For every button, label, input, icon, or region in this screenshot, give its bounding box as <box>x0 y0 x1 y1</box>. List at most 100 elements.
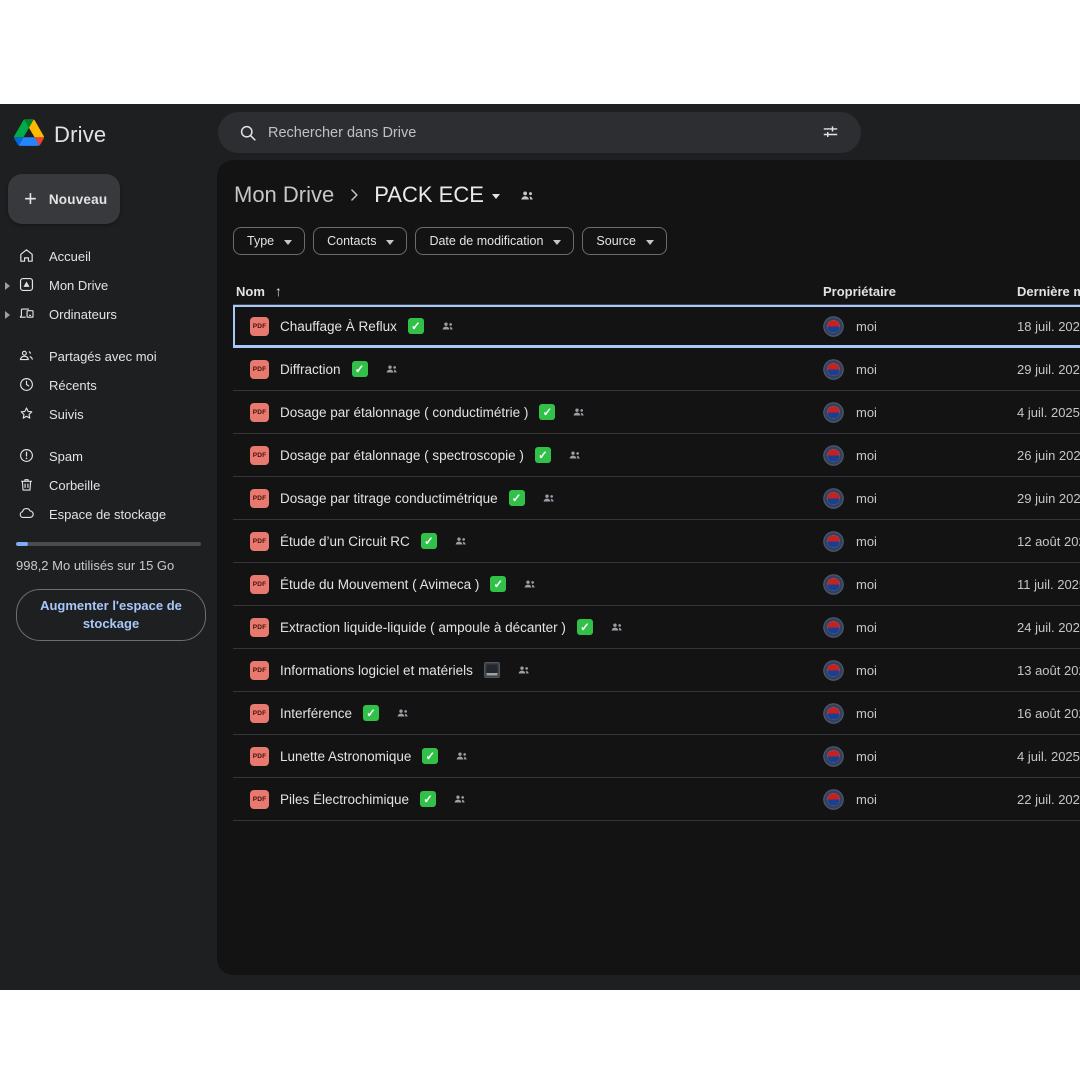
shared-people-icon <box>452 791 468 807</box>
plus-icon: + <box>24 188 37 210</box>
shared-people-icon <box>440 318 456 334</box>
file-owner-cell: moi <box>823 574 1017 595</box>
file-owner-label: moi <box>856 362 877 377</box>
cloud-icon <box>18 505 35 525</box>
file-table: Nom ↑ Propriétaire Dernière modification… <box>233 278 1080 821</box>
table-row[interactable]: PDF Dosage par titrage conductimétrique … <box>233 477 1080 520</box>
chevron-down-icon <box>386 240 394 245</box>
pdf-file-icon: PDF <box>250 704 269 723</box>
new-button[interactable]: + Nouveau <box>8 174 120 224</box>
file-name: Étude du Mouvement ( Avimeca ) <box>280 577 479 592</box>
storage-progress-fill <box>16 542 28 546</box>
file-owner-label: moi <box>856 319 877 334</box>
sidebar-item-espace-de-stockage[interactable]: Espace de stockage <box>0 500 217 529</box>
table-row[interactable]: PDF Étude du Mouvement ( Avimeca ) ✓ moi… <box>233 563 1080 606</box>
table-row[interactable]: PDF Dosage par étalonnage ( spectroscopi… <box>233 434 1080 477</box>
sidebar-item-corbeille[interactable]: Corbeille <box>0 471 217 500</box>
pdf-file-icon: PDF <box>250 747 269 766</box>
sidebar-item-spam[interactable]: Spam <box>0 442 217 471</box>
file-name-cell: PDF Lunette Astronomique ✓ <box>233 747 823 766</box>
people-icon <box>18 347 35 367</box>
drive-icon <box>18 276 35 296</box>
filter-chip-contacts[interactable]: Contacts <box>313 227 407 255</box>
expand-arrow-icon[interactable] <box>5 311 10 319</box>
spam-icon <box>18 447 35 467</box>
file-name: Informations logiciel et matériels <box>280 663 473 678</box>
storage-usage-text: 998,2 Mo utilisés sur 15 Go <box>16 558 217 573</box>
file-name: Dosage par titrage conductimétrique <box>280 491 498 506</box>
table-row[interactable]: PDF Étude d’un Circuit RC ✓ moi 12 août … <box>233 520 1080 563</box>
table-row[interactable]: PDF Extraction liquide-liquide ( ampoule… <box>233 606 1080 649</box>
sidebar-item-recents[interactable]: Récents <box>0 371 217 400</box>
google-drive-window: Drive + Nouveau Accueil Mon Drive <box>0 104 1080 990</box>
owner-avatar <box>823 617 844 638</box>
home-icon <box>18 247 35 267</box>
drive-logo[interactable]: Drive <box>0 118 217 152</box>
file-owner-label: moi <box>856 792 877 807</box>
file-modified: 22 juil. 2025 <box>1017 792 1080 807</box>
table-row[interactable]: PDF Lunette Astronomique ✓ moi 4 juil. 2… <box>233 735 1080 778</box>
file-modified: 4 juil. 2025 <box>1017 405 1080 420</box>
column-header-modified[interactable]: Dernière modification <box>1017 284 1080 299</box>
file-modified: 12 août 2025 <box>1017 534 1080 549</box>
clock-icon <box>18 376 35 396</box>
sidebar: Drive + Nouveau Accueil Mon Drive <box>0 104 217 990</box>
sidebar-item-partages-avec-moi[interactable]: Partagés avec moi <box>0 342 217 371</box>
file-owner-label: moi <box>856 749 877 764</box>
search-input[interactable] <box>268 125 813 141</box>
pdf-file-icon: PDF <box>250 446 269 465</box>
table-row[interactable]: PDF Chauffage À Reflux ✓ moi 18 juil. 20… <box>233 305 1080 348</box>
search-bar[interactable] <box>218 112 861 153</box>
table-row[interactable]: PDF Piles Électrochimique ✓ moi 22 juil.… <box>233 778 1080 821</box>
shared-people-icon <box>541 490 557 506</box>
sidebar-item-suivis[interactable]: Suivis <box>0 400 217 429</box>
file-owner-cell: moi <box>823 703 1017 724</box>
search-options-icon[interactable] <box>813 116 847 150</box>
check-badge-icon: ✓ <box>490 576 506 592</box>
check-badge-icon: ✓ <box>421 533 437 549</box>
sidebar-item-label: Mon Drive <box>49 278 108 293</box>
filter-chip-date-modification[interactable]: Date de modification <box>415 227 574 255</box>
table-row[interactable]: PDF Diffraction ✓ moi 29 juil. 2025 <box>233 348 1080 391</box>
file-name: Dosage par étalonnage ( spectroscopie ) <box>280 448 524 463</box>
table-row[interactable]: PDF Dosage par étalonnage ( conductimétr… <box>233 391 1080 434</box>
file-name-cell: PDF Interférence ✓ <box>233 704 823 723</box>
table-row[interactable]: PDF Informations logiciel et matériels m… <box>233 649 1080 692</box>
filter-chip-type[interactable]: Type <box>233 227 305 255</box>
sidebar-item-label: Suivis <box>49 407 84 422</box>
column-header-owner[interactable]: Propriétaire <box>823 284 1017 299</box>
sidebar-item-mon-drive[interactable]: Mon Drive <box>0 271 217 300</box>
file-name-cell: PDF Dosage par étalonnage ( conductimétr… <box>233 403 823 422</box>
sidebar-item-accueil[interactable]: Accueil <box>0 242 217 271</box>
file-owner-cell: moi <box>823 359 1017 380</box>
column-header-name[interactable]: Nom ↑ <box>233 283 823 299</box>
shared-people-icon <box>384 361 400 377</box>
filter-chip-source[interactable]: Source <box>582 227 667 255</box>
owner-avatar <box>823 703 844 724</box>
pdf-file-icon: PDF <box>250 360 269 379</box>
shared-people-icon <box>522 576 538 592</box>
check-badge-icon: ✓ <box>577 619 593 635</box>
file-owner-label: moi <box>856 448 877 463</box>
upgrade-storage-button[interactable]: Augmenter l'espace de stockage <box>16 589 206 641</box>
storage-progress-bar <box>16 542 201 546</box>
check-badge-icon: ✓ <box>535 447 551 463</box>
file-modified: 13 août 2025 <box>1017 663 1080 678</box>
file-name: Lunette Astronomique <box>280 749 411 764</box>
breadcrumb-current-folder[interactable]: PACK ECE <box>370 182 504 208</box>
shared-people-icon <box>571 404 587 420</box>
chevron-down-icon <box>492 194 500 199</box>
file-owner-cell: moi <box>823 402 1017 423</box>
sidebar-item-ordinateurs[interactable]: Ordinateurs <box>0 300 217 329</box>
trash-icon <box>18 476 35 496</box>
owner-avatar <box>823 488 844 509</box>
search-icon[interactable] <box>238 123 258 143</box>
expand-arrow-icon[interactable] <box>5 282 10 290</box>
breadcrumb-root[interactable]: Mon Drive <box>233 182 338 208</box>
pdf-file-icon: PDF <box>250 317 269 336</box>
check-badge-icon: ✓ <box>422 748 438 764</box>
file-modified: 29 juil. 2025 <box>1017 362 1080 377</box>
sort-ascending-icon[interactable]: ↑ <box>275 283 282 299</box>
table-row[interactable]: PDF Interférence ✓ moi 16 août 2025 <box>233 692 1080 735</box>
sidebar-item-label: Espace de stockage <box>49 507 166 522</box>
